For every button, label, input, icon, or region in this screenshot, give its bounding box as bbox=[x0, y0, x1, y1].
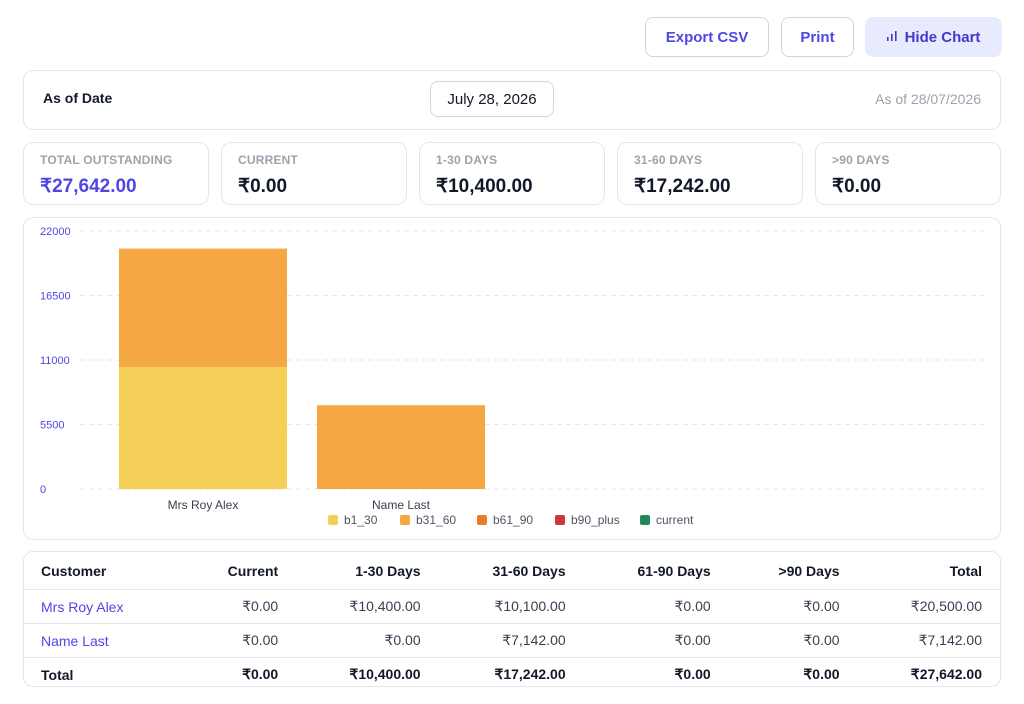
stat-value: ₹17,242.00 bbox=[634, 176, 731, 197]
legend-swatch bbox=[640, 515, 650, 525]
stat-card-total-outstanding: TOTAL OUTSTANDING ₹27,642.00 bbox=[23, 142, 209, 205]
legend-swatch bbox=[400, 515, 410, 525]
total-cell: ₹0.00 bbox=[803, 666, 840, 682]
col-header-61-90-days: 61-90 Days bbox=[583, 552, 729, 590]
total-cell: ₹10,400.00 bbox=[349, 666, 421, 682]
aging-table: Customer Current 1-30 Days 31-60 Days 61… bbox=[24, 552, 1000, 687]
stat-card-current: CURRENT ₹0.00 bbox=[221, 142, 407, 205]
legend-swatch bbox=[477, 515, 487, 525]
legend-swatch bbox=[328, 515, 338, 525]
stat-value: ₹10,400.00 bbox=[436, 176, 533, 197]
table-cell: ₹0.00 bbox=[728, 589, 858, 624]
aging-bar-chart: 0 5500 11000 16500 22000 Mrs Roy Alex Name Las… bbox=[40, 226, 986, 527]
stat-label: TOTAL OUTSTANDING bbox=[40, 153, 173, 167]
y-tick-label: 0 bbox=[40, 484, 46, 496]
table-cell: ₹20,500.00 bbox=[857, 589, 1000, 624]
col-header-customer: Customer bbox=[24, 552, 182, 590]
bar-segment-b31_60 bbox=[119, 248, 287, 368]
table-total-row: Total ₹0.00 ₹10,400.00 ₹17,242.00 ₹0.00 … bbox=[24, 658, 1000, 687]
y-tick-label: 5500 bbox=[40, 420, 64, 432]
export-csv-label: Export CSV bbox=[665, 28, 749, 46]
table-cell: ₹10,100.00 bbox=[438, 589, 584, 624]
legend-swatch bbox=[555, 515, 565, 525]
stat-card-1-30-days: 1-30 DAYS ₹10,400.00 bbox=[419, 142, 605, 205]
table-row: Name Last ₹0.00 ₹0.00 ₹7,142.00 ₹0.00 ₹0… bbox=[24, 623, 1000, 658]
col-header-current: Current bbox=[181, 552, 297, 590]
table-cell: ₹0.00 bbox=[296, 623, 439, 658]
legend-label: b1_30 bbox=[344, 513, 378, 527]
legend-label: current bbox=[656, 513, 694, 527]
total-cell: ₹17,242.00 bbox=[494, 666, 566, 682]
stat-card-31-60-days: 31-60 DAYS ₹17,242.00 bbox=[617, 142, 803, 205]
aging-table-card: Customer Current 1-30 Days 31-60 Days 61… bbox=[23, 551, 1001, 687]
col-header-1-30-days: 1-30 Days bbox=[296, 552, 439, 590]
date-picker-input[interactable]: July 28, 2026 bbox=[430, 81, 554, 117]
total-cell: ₹27,642.00 bbox=[910, 666, 982, 682]
stat-label: >90 DAYS bbox=[832, 153, 890, 167]
customer-link[interactable]: Name Last bbox=[24, 623, 182, 658]
total-label: Total bbox=[41, 666, 74, 683]
legend-label: b31_60 bbox=[416, 513, 456, 527]
stat-value: ₹0.00 bbox=[832, 176, 882, 197]
stat-label: 31-60 DAYS bbox=[634, 153, 703, 167]
as-of-text: As of 28/07/2026 bbox=[875, 91, 981, 107]
bar-segment-b1_30 bbox=[119, 367, 287, 489]
x-tick-label: Mrs Roy Alex bbox=[168, 498, 239, 512]
col-header-total: Total bbox=[857, 552, 1000, 590]
total-cell: ₹0.00 bbox=[242, 666, 279, 682]
x-tick-label: Name Last bbox=[372, 498, 431, 512]
table-cell: ₹0.00 bbox=[728, 623, 858, 658]
table-header-row: Customer Current 1-30 Days 31-60 Days 61… bbox=[24, 552, 1000, 590]
print-button[interactable]: Print bbox=[781, 17, 854, 57]
col-header-over-90-days: >90 Days bbox=[728, 552, 858, 590]
y-tick-label: 16500 bbox=[40, 291, 71, 303]
table-cell: ₹0.00 bbox=[181, 623, 297, 658]
customer-link[interactable]: Mrs Roy Alex bbox=[24, 589, 182, 624]
as-of-date-card: As of Date July 28, 2026 As of 28/07/202… bbox=[23, 70, 1001, 130]
print-label: Print bbox=[800, 28, 835, 46]
legend-label: b90_plus bbox=[571, 513, 620, 527]
legend-label: b61_90 bbox=[493, 513, 533, 527]
table-row: Mrs Roy Alex ₹0.00 ₹10,400.00 ₹10,100.00… bbox=[24, 589, 1000, 624]
hide-chart-label: Hide Chart bbox=[904, 28, 981, 46]
table-cell: ₹7,142.00 bbox=[438, 623, 584, 658]
table-cell: ₹0.00 bbox=[583, 589, 729, 624]
table-cell: ₹10,400.00 bbox=[296, 589, 439, 624]
hide-chart-button[interactable]: Hide Chart bbox=[865, 17, 1002, 57]
table-cell: ₹7,142.00 bbox=[857, 623, 1000, 658]
table-cell: ₹0.00 bbox=[181, 589, 297, 624]
bar-segment-b31_60 bbox=[317, 405, 485, 489]
stat-value: ₹0.00 bbox=[238, 176, 288, 197]
as-of-date-label: As of Date bbox=[43, 90, 113, 106]
stat-card-over-90-days: >90 DAYS ₹0.00 bbox=[815, 142, 1001, 205]
export-csv-button[interactable]: Export CSV bbox=[645, 17, 769, 57]
aging-chart-card: 0 5500 11000 16500 22000 Mrs Roy Alex Name Las… bbox=[23, 217, 1001, 540]
y-tick-label: 11000 bbox=[40, 355, 70, 367]
stat-label: 1-30 DAYS bbox=[436, 153, 498, 167]
total-cell: ₹0.00 bbox=[674, 666, 711, 682]
y-tick-label: 22000 bbox=[40, 226, 71, 238]
stat-value: ₹27,642.00 bbox=[40, 176, 137, 197]
stat-label: CURRENT bbox=[238, 153, 299, 167]
bar-chart-icon bbox=[886, 30, 897, 44]
col-header-31-60-days: 31-60 Days bbox=[438, 552, 584, 590]
table-cell: ₹0.00 bbox=[583, 623, 729, 658]
